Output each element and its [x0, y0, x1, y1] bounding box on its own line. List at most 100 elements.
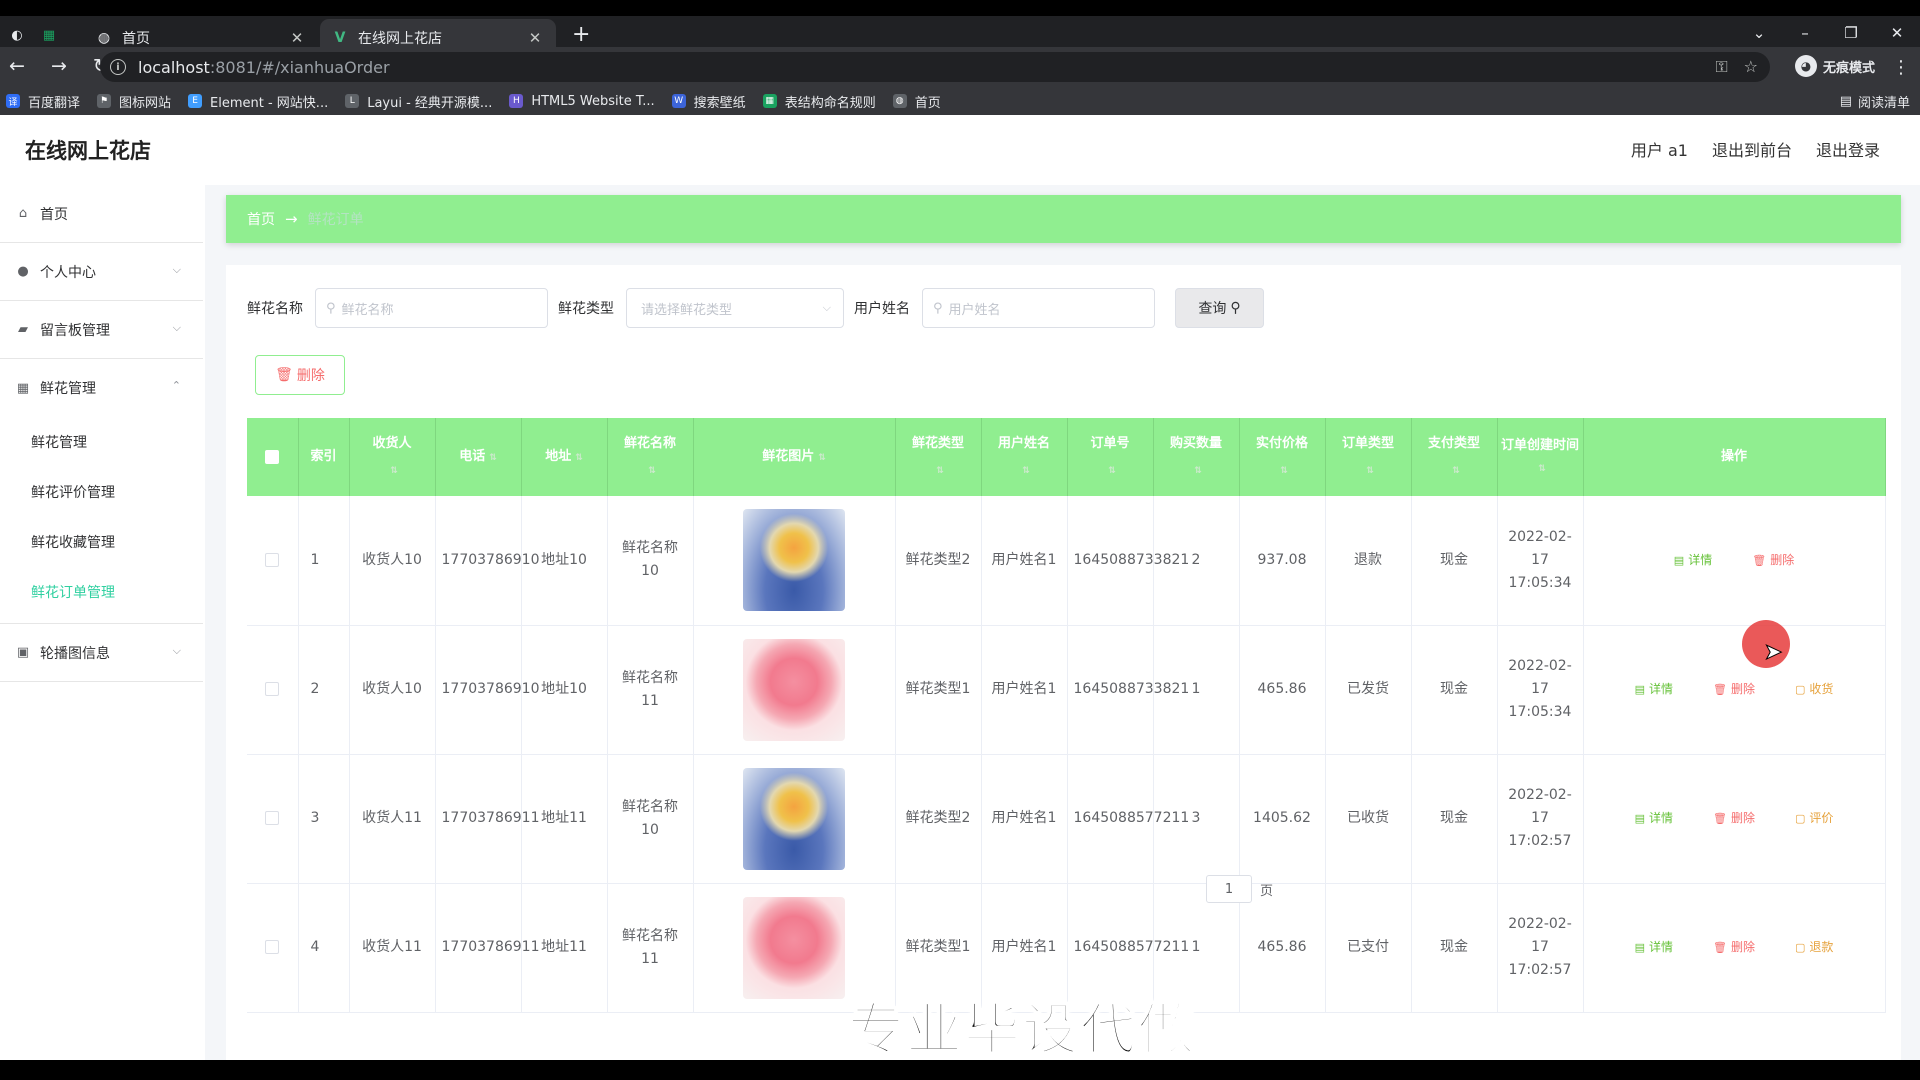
action-button[interactable]: ▢ 评价: [1795, 807, 1833, 830]
sidebar-subitem-flower-order[interactable]: 鲜花订单管理: [0, 567, 203, 617]
sort-icon[interactable]: ⇅: [936, 466, 944, 476]
sidebar-item-personal[interactable]: ● 个人中心 ⌵: [0, 243, 203, 301]
query-button[interactable]: 查询 ⚲: [1175, 288, 1264, 328]
col-header[interactable]: 支付类型 ⇅: [1411, 418, 1498, 496]
col-header[interactable]: 地址 ⇅: [521, 418, 608, 496]
col-header[interactable]: 订单号 ⇅: [1067, 418, 1154, 496]
key-icon[interactable]: ⚿: [1715, 57, 1727, 77]
tab-search-icon[interactable]: ⌄: [1736, 24, 1782, 42]
row-checkbox[interactable]: [265, 682, 280, 696]
search-icon: ⚲: [933, 300, 943, 316]
sort-icon[interactable]: ⇅: [1108, 466, 1116, 476]
logout-link[interactable]: 退出登录: [1816, 137, 1880, 161]
row-checkbox[interactable]: [265, 552, 280, 567]
bookmark-item[interactable]: W 搜索壁纸: [671, 92, 746, 111]
site-info-icon[interactable]: i: [110, 59, 126, 75]
detail-button[interactable]: ▤ 详情: [1635, 678, 1673, 701]
bookmark-item[interactable]: H HTML5 Website T...: [509, 94, 655, 109]
col-header[interactable]: 订单类型 ⇅: [1325, 418, 1412, 496]
order-type-text: 已发货: [1347, 681, 1389, 697]
restore-icon[interactable]: ❐: [1828, 24, 1874, 42]
bookmark-item[interactable]: ⚑ 图标网站: [97, 92, 171, 111]
minimize-icon[interactable]: –: [1782, 24, 1828, 42]
row-checkbox[interactable]: [265, 811, 280, 825]
col-header[interactable]: 鲜花类型 ⇅: [895, 418, 982, 496]
col-header[interactable]: 订单创建时间 ⇅: [1497, 418, 1584, 496]
select-all-checkbox[interactable]: [265, 449, 280, 464]
pay-type-text: 现金: [1440, 810, 1468, 826]
breadcrumb-home[interactable]: 首页: [247, 209, 275, 229]
col-header[interactable]: 实付价格 ⇅: [1239, 418, 1326, 496]
tab-groups-icon[interactable]: ▦: [40, 26, 58, 44]
col-header-label: 操作: [1720, 449, 1747, 464]
col-header-label: 购买数量: [1169, 435, 1222, 451]
sidebar-subitem-flower-review[interactable]: 鲜花评价管理: [0, 467, 203, 517]
url-path: :8081/#/xianhuaOrder: [209, 57, 390, 77]
page-jump-input[interactable]: 1: [1206, 875, 1252, 903]
receiver-text: 收货人11: [362, 810, 422, 826]
sort-icon[interactable]: ⇅: [1022, 466, 1030, 476]
action-label: 退款: [1809, 940, 1834, 954]
document-icon: ▤: [1634, 812, 1645, 825]
delete-button[interactable]: 🗑 删除: [1713, 807, 1755, 830]
chevron-down-icon: ⌵: [172, 321, 181, 334]
sort-icon[interactable]: ⇅: [818, 453, 826, 463]
more-menu-icon[interactable]: ⋮: [1892, 57, 1910, 78]
sidebar-subitem-flower-favorite[interactable]: 鲜花收藏管理: [0, 517, 203, 567]
bookmark-item[interactable]: ◍ 首页: [892, 92, 941, 111]
detail-button[interactable]: ▤ 详情: [1635, 936, 1673, 959]
flower-type-select[interactable]: 请选择鲜花类型 ⌵: [626, 288, 844, 328]
sort-icon[interactable]: ⇅: [1452, 466, 1460, 476]
user-name-input[interactable]: ⚲ 用户姓名: [922, 288, 1155, 328]
sort-icon[interactable]: ⇅: [1194, 466, 1202, 476]
detail-button[interactable]: ▤ 详情: [1635, 807, 1673, 830]
close-tab-icon[interactable]: ✕: [526, 29, 544, 47]
action-label: 删除: [1730, 682, 1755, 696]
cell-receiver: 收货人11: [349, 883, 436, 1013]
action-button[interactable]: ▢ 退款: [1795, 936, 1833, 959]
new-tab-icon[interactable]: +: [572, 24, 590, 46]
action-button[interactable]: ▢ 收货: [1795, 678, 1833, 701]
bookmark-item[interactable]: E Element - 网站快...: [188, 92, 328, 111]
close-tab-icon[interactable]: ✕: [288, 29, 306, 47]
reading-list[interactable]: ▤ 阅读清单: [1840, 92, 1910, 111]
back-icon[interactable]: ←: [6, 55, 28, 77]
sidebar-item-flowers[interactable]: ▦ 鲜花管理 ⌃: [0, 359, 203, 417]
to-front-link[interactable]: 退出到前台: [1712, 137, 1792, 161]
bookmark-item[interactable]: 译百度翻译: [6, 92, 80, 111]
col-header[interactable]: 电话 ⇅: [435, 418, 522, 496]
delete-button[interactable]: 🗑 删除: [1713, 936, 1755, 959]
flower-name-input[interactable]: ⚲ 鲜花名称: [315, 288, 548, 328]
bookmark-item[interactable]: ▦ 表结构命名规则: [762, 92, 876, 111]
col-header[interactable]: 鲜花图片 ⇅: [693, 418, 896, 496]
sort-icon[interactable]: ⇅: [575, 453, 583, 463]
detail-button[interactable]: ▤ 详情: [1674, 549, 1712, 572]
sidebar-item-messages[interactable]: ▰ 留言板管理 ⌵: [0, 301, 203, 359]
sort-icon[interactable]: ⇅: [1538, 464, 1546, 474]
pagination: 1 页: [1206, 875, 1273, 903]
sort-icon[interactable]: ⇅: [648, 466, 656, 476]
sort-icon[interactable]: ⇅: [1366, 466, 1374, 476]
col-header[interactable]: 收货人 ⇅: [349, 418, 436, 496]
incognito-indicator[interactable]: ◕ 无痕模式: [1795, 55, 1875, 77]
forward-icon[interactable]: →: [48, 55, 70, 77]
delete-button[interactable]: 🗑 删除: [1752, 549, 1794, 572]
col-header[interactable]: 鲜花名称 ⇅: [607, 418, 694, 496]
sidebar-subitem-flower-manage[interactable]: 鲜花管理: [0, 417, 203, 467]
col-header[interactable]: 购买数量 ⇅: [1153, 418, 1240, 496]
col-header-label: 电话: [459, 448, 486, 464]
url-field[interactable]: i localhost:8081/#/xianhuaOrder ⚿ ☆: [100, 52, 1770, 82]
bookmark-star-icon[interactable]: ☆: [1744, 57, 1758, 77]
browser-menu-icon[interactable]: ◐: [8, 26, 26, 44]
batch-delete-button[interactable]: 🗑 删除: [255, 355, 345, 395]
sidebar-item-carousel[interactable]: ▣ 轮播图信息 ⌵: [0, 624, 203, 682]
sidebar-item-home[interactable]: ⌂ 首页: [0, 185, 203, 243]
col-header[interactable]: 用户姓名 ⇅: [981, 418, 1068, 496]
sort-icon[interactable]: ⇅: [390, 466, 398, 476]
sort-icon[interactable]: ⇅: [489, 453, 497, 463]
delete-button[interactable]: 🗑 删除: [1713, 678, 1755, 701]
close-window-icon[interactable]: ✕: [1874, 24, 1920, 42]
bookmark-item[interactable]: L Layui - 经典开源模...: [345, 92, 492, 111]
sort-icon[interactable]: ⇅: [1280, 466, 1288, 476]
row-checkbox[interactable]: [265, 940, 280, 954]
